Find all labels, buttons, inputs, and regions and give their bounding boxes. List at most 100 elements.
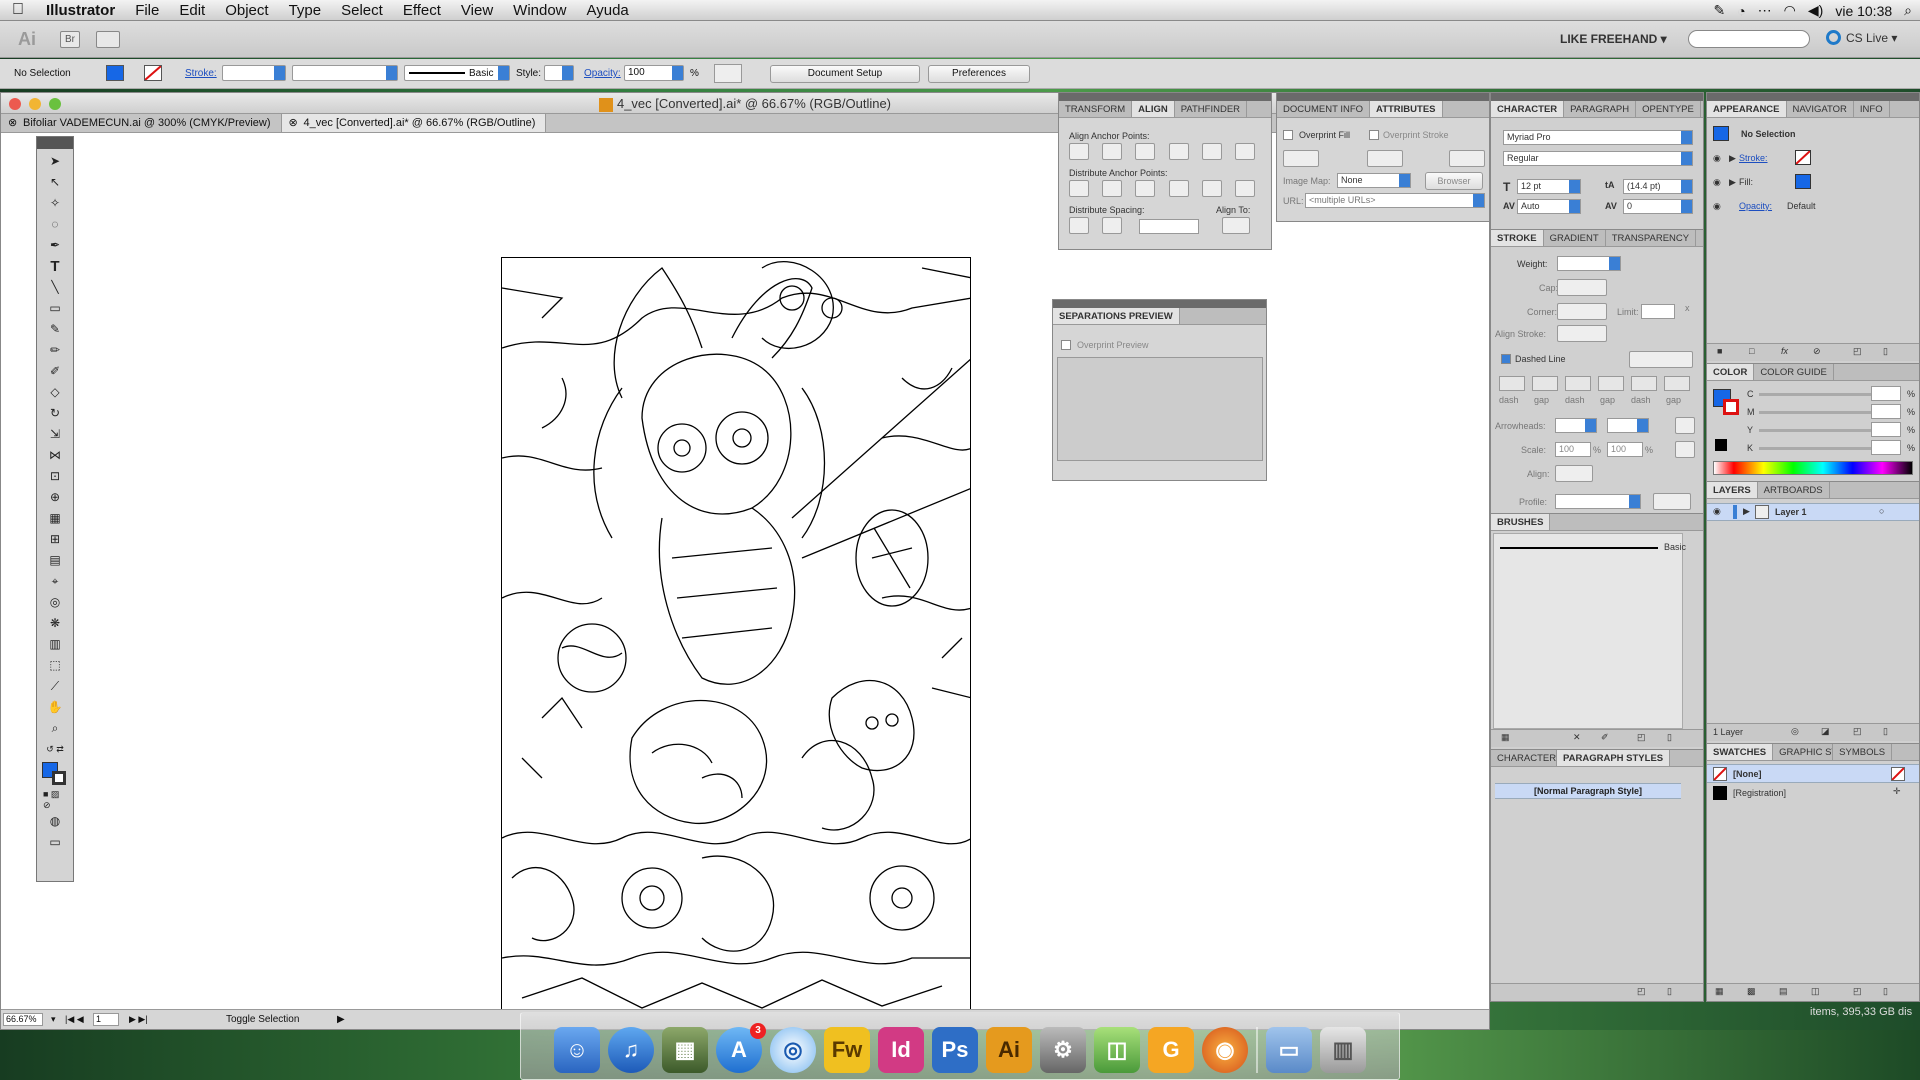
magenta-slider[interactable] [1759, 411, 1871, 414]
delete-swatch-icon[interactable]: ▯ [1883, 986, 1888, 997]
blob-brush-tool-icon[interactable]: ✐ [43, 362, 67, 380]
show-swatch-kinds-icon[interactable]: ▩ [1747, 986, 1756, 997]
status-text[interactable]: Toggle Selection [226, 1014, 299, 1025]
panel-header[interactable] [1277, 93, 1489, 101]
expand-fill-icon[interactable]: ▶ [1729, 177, 1736, 188]
script-icon[interactable]: ✎ [1713, 2, 1725, 19]
dash-2-field[interactable] [1565, 376, 1591, 391]
gradient-tool-icon[interactable]: ▤ [43, 551, 67, 569]
font-style-select[interactable]: Regular [1503, 151, 1693, 166]
distribute-vspace-icon[interactable] [1069, 217, 1089, 234]
finder-icon[interactable]: ☺ [554, 1027, 600, 1073]
artboard-tool-icon[interactable]: ⬚ [43, 656, 67, 674]
basic-brush-stroke[interactable] [1500, 547, 1658, 549]
panel-header[interactable] [1491, 93, 1703, 101]
slice-tool-icon[interactable]: ⟋ [43, 677, 67, 695]
dashed-line-checkbox[interactable] [1501, 354, 1511, 364]
dash-1-field[interactable] [1499, 376, 1525, 391]
align-right-icon[interactable] [1135, 143, 1155, 160]
delete-brush-icon[interactable]: ▯ [1667, 732, 1672, 743]
eraser-tool-icon[interactable]: ◇ [43, 383, 67, 401]
recolor-artwork-icon[interactable] [714, 64, 742, 83]
scale-start-field[interactable]: 100 [1555, 442, 1591, 457]
gap-3-field[interactable] [1664, 376, 1690, 391]
tab-color-guide[interactable]: COLOR GUIDE [1754, 364, 1834, 380]
artboard[interactable] [501, 257, 971, 1019]
lasso-tool-icon[interactable]: ◌ [43, 215, 67, 233]
new-brush-icon[interactable]: ◰ [1637, 732, 1646, 743]
tab-paragraph[interactable]: PARAGRAPH [1564, 101, 1637, 117]
zoom-dropdown-icon[interactable]: ▾ [51, 1014, 56, 1025]
brush-definition[interactable]: Basic [404, 65, 510, 81]
zoom-tool-icon[interactable]: ⌕ [43, 719, 67, 737]
align-left-icon[interactable] [1069, 143, 1089, 160]
line-tool-icon[interactable]: ╲ [43, 278, 67, 296]
tab-separations-preview[interactable]: SEPARATIONS PREVIEW [1053, 308, 1180, 324]
zoom-window-icon[interactable] [49, 98, 61, 110]
canvas[interactable] [1, 133, 1487, 1019]
bridge-button[interactable]: Br [60, 31, 80, 48]
app-store-icon[interactable]: A3 [716, 1023, 766, 1073]
system-preferences-icon[interactable]: ⚙ [1040, 1027, 1086, 1073]
appearance-stroke-label[interactable]: Stroke: [1739, 153, 1768, 163]
free-transform-tool-icon[interactable]: ⊡ [43, 467, 67, 485]
tab-artboards[interactable]: ARTBOARDS [1758, 482, 1830, 498]
variable-width-profile[interactable] [292, 65, 398, 81]
clear-appearance-icon[interactable]: ⊘ [1813, 346, 1821, 357]
tab-info[interactable]: INFO [1854, 101, 1890, 117]
black-field[interactable] [1871, 440, 1901, 455]
arrange-documents-button[interactable] [96, 31, 120, 48]
tab-character[interactable]: CHARACTER [1491, 101, 1565, 117]
new-layer-icon[interactable]: ◰ [1853, 726, 1862, 737]
pencil-tool-icon[interactable]: ✏ [43, 341, 67, 359]
first-artboard-icon[interactable]: |◀ ◀ [65, 1014, 84, 1025]
close-tab-icon[interactable]: ⊗ [289, 114, 298, 133]
tab-pathfinder[interactable]: PATHFINDER [1175, 101, 1248, 117]
layer-target-icon[interactable]: ○ [1879, 506, 1884, 516]
tab-stroke[interactable]: STROKE [1491, 230, 1544, 246]
fill-swatch[interactable] [106, 65, 124, 81]
distribute-vcenter-icon[interactable] [1102, 180, 1122, 197]
tab-opentype[interactable]: OPENTYPE [1636, 101, 1701, 117]
tab-graphic-styles[interactable]: GRAPHIC STYLES [1773, 744, 1834, 760]
overprint-stroke-checkbox[interactable] [1369, 130, 1379, 140]
close-window-icon[interactable] [9, 98, 21, 110]
delete-style-icon[interactable]: ▯ [1667, 986, 1672, 997]
color-spectrum[interactable] [1713, 461, 1913, 475]
symbol-sprayer-tool-icon[interactable]: ❋ [43, 614, 67, 632]
black-swatch[interactable] [1715, 439, 1727, 451]
stroke-weight-field[interactable] [222, 65, 286, 81]
tab-navigator[interactable]: NAVIGATOR [1787, 101, 1854, 117]
cs-live-button[interactable]: CS Live ▾ [1826, 30, 1897, 45]
menu-object[interactable]: Object [215, 0, 278, 21]
tab-character-styles[interactable]: CHARACTER STYLES [1491, 750, 1557, 766]
stroke-swatch[interactable] [144, 65, 162, 81]
tab-gradient[interactable]: GRADIENT [1544, 230, 1606, 246]
align-to-dropdown[interactable] [1222, 217, 1250, 234]
hand-tool-icon[interactable]: ✋ [43, 698, 67, 716]
close-tab-icon[interactable]: ⊗ [8, 114, 17, 133]
link-scale-icon[interactable] [1675, 441, 1695, 458]
apple-icon[interactable]:  [0, 1, 36, 19]
gap-2-field[interactable] [1598, 376, 1624, 391]
fill-rule-icons[interactable] [1449, 150, 1485, 167]
help-search-input[interactable] [1688, 30, 1810, 48]
stroke-weight-input[interactable] [1557, 256, 1621, 271]
direction-icons[interactable] [1367, 150, 1403, 167]
visibility-eye-icon[interactable]: ◉ [1713, 153, 1721, 164]
width-tool-icon[interactable]: ⋈ [43, 446, 67, 464]
tab-4-vec[interactable]: ⊗ 4_vec [Converted].ai* @ 66.67% (RGB/Out… [281, 114, 547, 133]
font-size-field[interactable]: 12 pt [1517, 179, 1581, 194]
image-map-select[interactable]: None [1337, 173, 1411, 188]
opacity-field[interactable]: 100 [624, 65, 684, 81]
swap-colors-icon[interactable]: ↺ ⇄ [43, 740, 67, 758]
panel-header[interactable] [1053, 300, 1266, 308]
swatch-registration[interactable]: [Registration] ✛ [1707, 784, 1919, 803]
align-top-icon[interactable] [1169, 143, 1189, 160]
artboard-number-field[interactable]: 1 [93, 1013, 119, 1026]
preferences-button[interactable]: Preferences [928, 65, 1030, 83]
tab-document-info[interactable]: DOCUMENT INFO [1277, 101, 1371, 117]
screen-mode-icon[interactable]: ▭ [43, 833, 67, 851]
document-setup-button[interactable]: Document Setup [770, 65, 920, 83]
arrowhead-start-select[interactable] [1555, 418, 1597, 433]
